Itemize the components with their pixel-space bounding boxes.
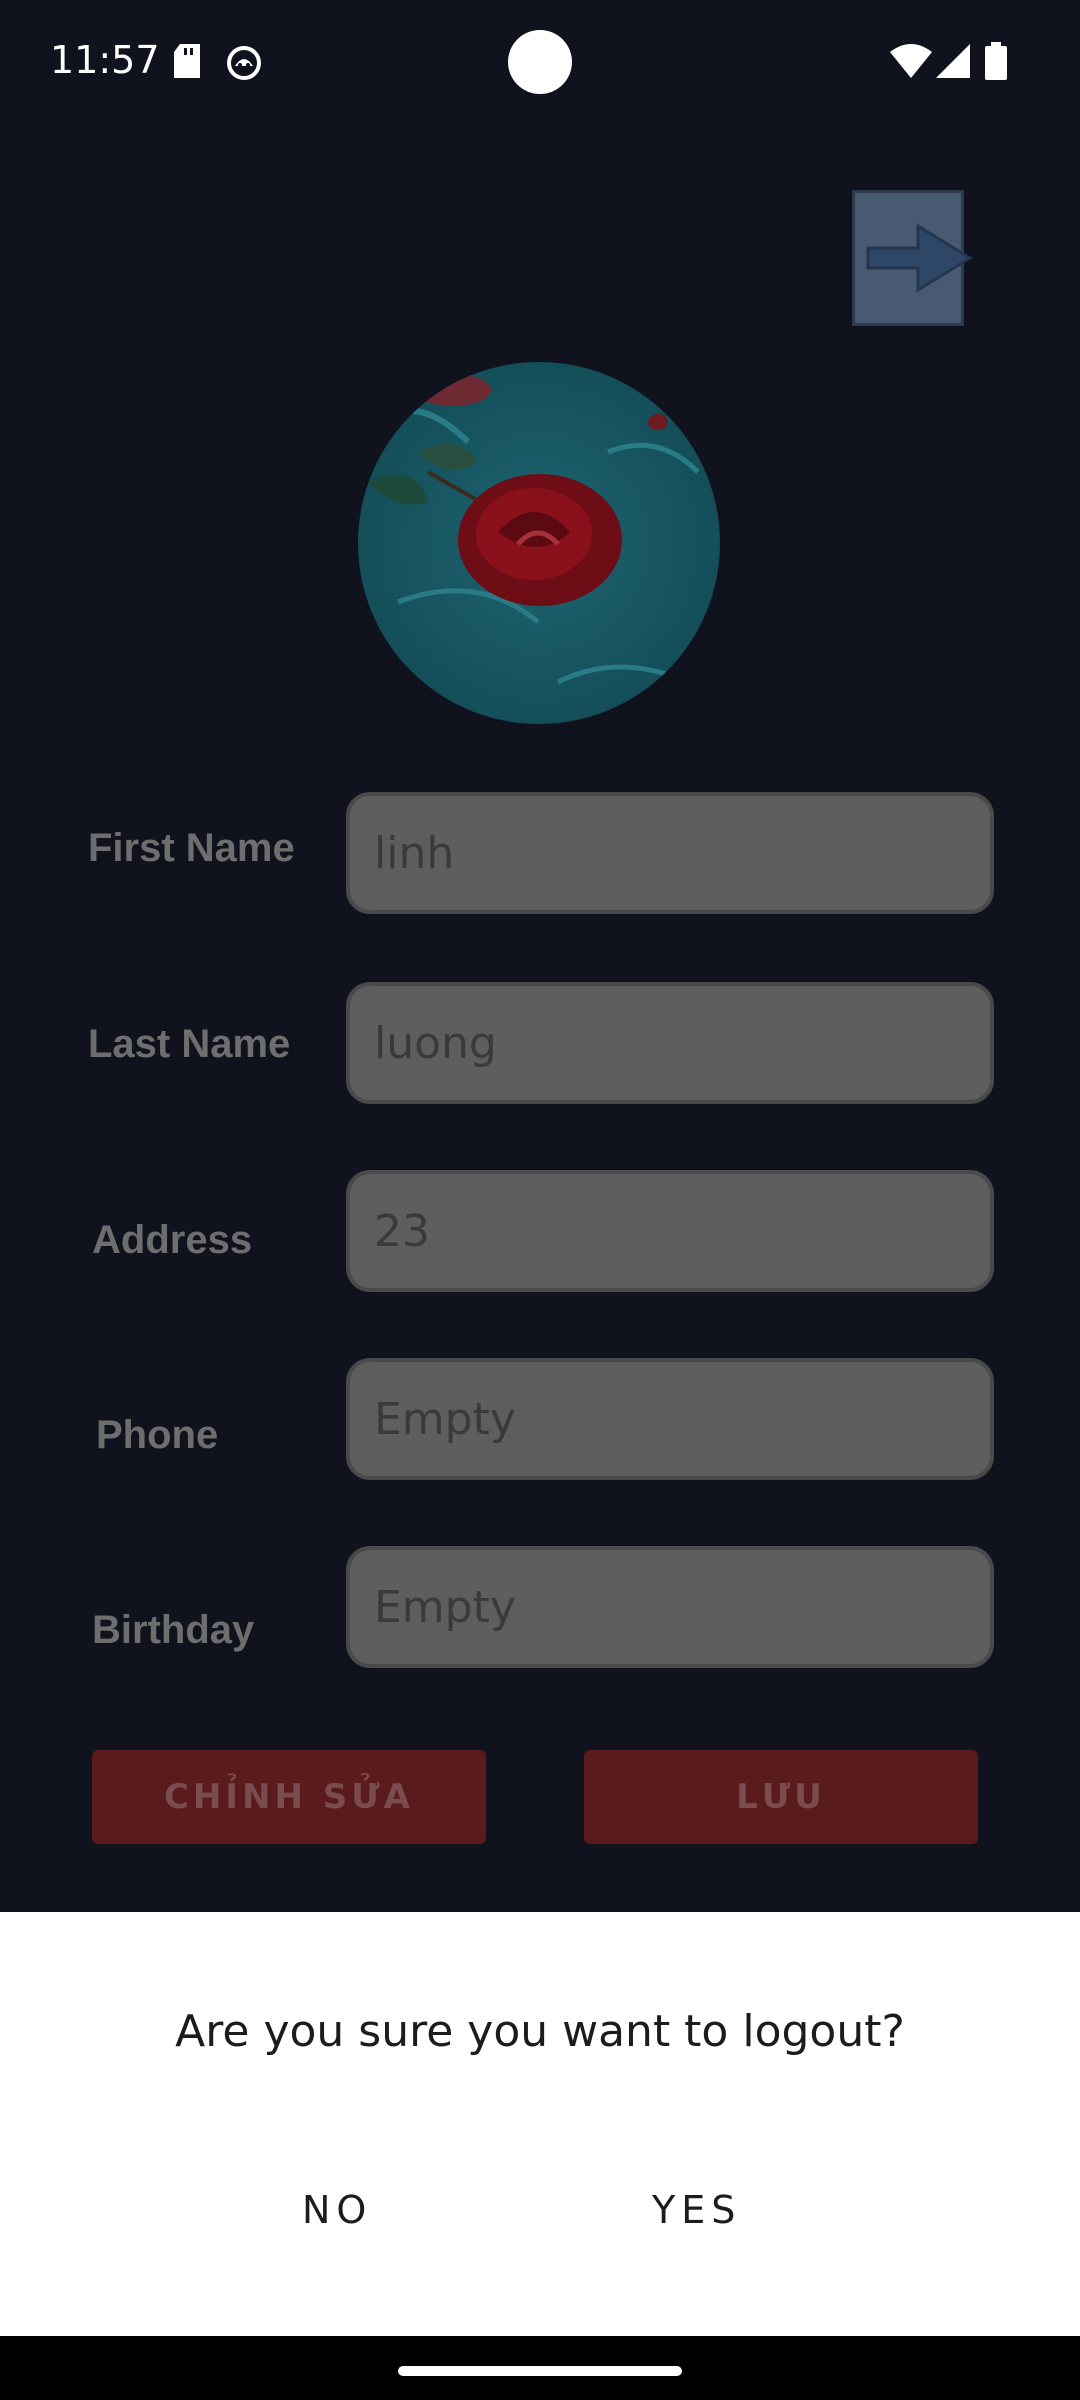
first-name-input[interactable]: linh [346,792,994,914]
last-name-label: Last Name [88,1022,291,1066]
save-button[interactable]: LƯU [584,1750,978,1844]
battery-icon [984,42,1008,84]
no-button[interactable]: NO [302,2188,372,2232]
address-input[interactable]: 23 [346,1170,994,1292]
edit-button[interactable]: CHỈNH SỬA [92,1750,486,1844]
status-time: 11:57 [50,38,160,82]
avatar[interactable] [358,362,720,724]
rose-avatar-image [358,362,720,724]
profile-screen: 11:57 First Name linh Last Name luong Ad… [0,0,1080,2400]
home-indicator[interactable] [398,2366,682,2376]
logout-dialog: Are you sure you want to logout? NO YES [0,1912,1080,2336]
status-bar: 11:57 [0,0,1080,130]
dialog-message: Are you sure you want to logout? [175,2006,905,2057]
phone-label: Phone [96,1413,219,1457]
birthday-input[interactable]: Empty [346,1546,994,1668]
front-camera [508,30,572,94]
cat-icon [226,44,262,84]
yes-button[interactable]: YES [652,2188,741,2232]
logout-button[interactable] [852,190,973,326]
birthday-label: Birthday [92,1608,255,1652]
last-name-input[interactable]: luong [346,982,994,1104]
address-label: Address [92,1218,253,1262]
first-name-label: First Name [88,826,295,870]
sd-card-icon [172,44,202,84]
wifi-icon [890,44,932,82]
arrow-right-icon [866,223,973,293]
phone-input[interactable]: Empty [346,1358,994,1480]
signal-icon [936,44,970,82]
